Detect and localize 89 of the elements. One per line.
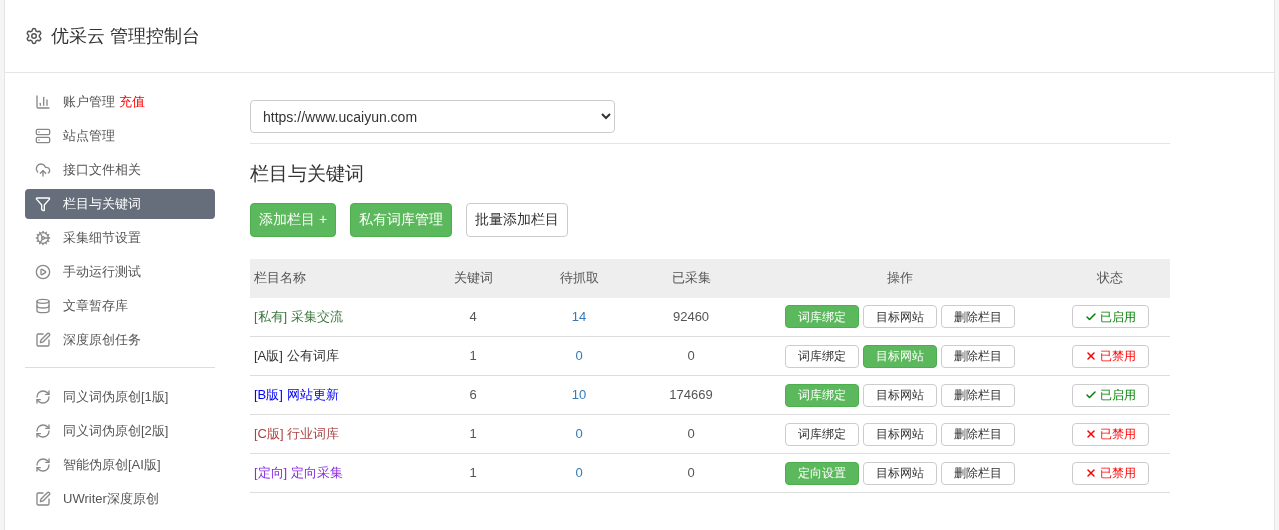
sidebar-label: 站点管理 <box>63 127 115 146</box>
edit-icon <box>35 491 51 507</box>
sidebar-item[interactable]: UWriter深度原创 <box>25 484 215 514</box>
table-cell: 0 <box>526 414 633 454</box>
table-cell: 1 <box>420 453 526 493</box>
action-button[interactable]: 目标网站 <box>863 422 937 446</box>
status-button[interactable]: 已禁用 <box>1071 422 1149 446</box>
table-cell: 0 <box>526 453 633 493</box>
column-name-cell: [C版] 行业词库 <box>250 414 420 454</box>
sidebar-label: 同义词伪原创[2版] <box>63 422 169 441</box>
column-header: 已采集 <box>632 258 750 298</box>
column-header: 栏目名称 <box>250 258 420 298</box>
sidebar-label: 采集细节设置 <box>63 229 141 248</box>
sidebar-item[interactable]: 同义词伪原创[2版] <box>25 416 215 446</box>
table-cell: 14 <box>526 297 633 337</box>
action-button[interactable]: 删除栏目 <box>941 461 1015 485</box>
action-button[interactable]: 目标网站 <box>863 305 937 329</box>
column-header: 操作 <box>750 258 1050 298</box>
play-icon <box>35 264 51 280</box>
sidebar-label: 手动运行测试 <box>63 263 141 282</box>
check-icon <box>1084 389 1097 401</box>
cross-icon <box>1084 428 1097 440</box>
filter-icon <box>35 196 51 212</box>
refresh-icon <box>35 457 51 473</box>
site-select[interactable]: https://www.ucaiyun.com <box>250 100 615 133</box>
server-icon <box>35 128 51 144</box>
column-header: 关键词 <box>420 258 526 298</box>
sidebar-item[interactable]: 智能伪原创[AI版] <box>25 450 215 480</box>
section-title: 栏目与关键词 <box>250 162 365 186</box>
column-name-cell: [B版] 网站更新 <box>250 375 420 415</box>
table-cell: 0 <box>526 336 633 376</box>
action-button[interactable]: 词库绑定 <box>785 344 859 368</box>
sidebar-item[interactable]: 深度原创任务 <box>25 325 215 355</box>
table-cell: 6 <box>420 375 526 415</box>
column-name-cell: [私有] 采集交流 <box>250 297 420 337</box>
status-button[interactable]: 已启用 <box>1071 305 1149 329</box>
sidebar-item[interactable]: 采集细节设置 <box>25 223 215 253</box>
sidebar-item[interactable]: 接口文件相关 <box>25 155 215 185</box>
action-button[interactable]: 删除栏目 <box>941 422 1015 446</box>
table-cell: 10 <box>526 375 633 415</box>
table-cell: 1 <box>420 336 526 376</box>
database-icon <box>35 298 51 314</box>
table-cell: 92460 <box>632 297 750 337</box>
sidebar-item[interactable]: 手动运行测试 <box>25 257 215 287</box>
action-button[interactable]: 删除栏目 <box>941 305 1015 329</box>
action-button[interactable]: 目标网站 <box>863 461 937 485</box>
cross-icon <box>1084 350 1097 362</box>
check-icon <box>1084 310 1097 323</box>
refresh-icon <box>35 389 51 405</box>
page-title: 优采云 管理控制台 <box>51 24 200 48</box>
toolbar-button[interactable]: 批量添加栏目 <box>466 202 569 237</box>
table-cell: 4 <box>420 297 526 337</box>
cloud-upload-icon <box>35 162 51 178</box>
action-button[interactable]: 删除栏目 <box>941 344 1015 368</box>
action-button[interactable]: 词库绑定 <box>785 422 859 446</box>
edit-icon <box>35 332 51 348</box>
table-cell: 0 <box>632 453 750 493</box>
sidebar-item[interactable]: 文章暂存库 <box>25 291 215 321</box>
recharge-link[interactable]: 充值 <box>119 92 145 112</box>
sidebar-item[interactable]: 栏目与关键词 <box>25 189 215 219</box>
status-button[interactable]: 已启用 <box>1071 383 1149 407</box>
table-cell: 0 <box>632 414 750 454</box>
bar-chart-icon <box>35 94 51 110</box>
column-header: 待抓取 <box>526 258 633 298</box>
column-header: 状态 <box>1050 258 1170 298</box>
sidebar-label: 同义词伪原创[1版] <box>63 388 169 407</box>
status-button[interactable]: 已禁用 <box>1071 344 1149 368</box>
table-cell: 1 <box>420 414 526 454</box>
gears-icon <box>35 230 51 246</box>
refresh-icon <box>35 423 51 439</box>
status-button[interactable]: 已禁用 <box>1071 461 1149 485</box>
sidebar-item[interactable]: 账户管理 充值 <box>25 87 215 117</box>
sidebar-item[interactable]: 站点管理 <box>25 121 215 151</box>
table-cell: 0 <box>632 336 750 376</box>
sidebar-label: 深度原创任务 <box>63 331 141 350</box>
cross-icon <box>1084 467 1097 479</box>
table-cell: 174669 <box>632 375 750 415</box>
action-button[interactable]: 目标网站 <box>863 383 937 407</box>
column-name-cell: [A版] 公有词库 <box>250 336 420 376</box>
sidebar-label: 接口文件相关 <box>63 161 141 180</box>
settings-icon <box>25 27 43 45</box>
sidebar-label: UWriter深度原创 <box>63 490 159 509</box>
action-button[interactable]: 删除栏目 <box>941 383 1015 407</box>
sidebar-label: 文章暂存库 <box>63 297 128 316</box>
sidebar-label: 智能伪原创[AI版] <box>63 456 161 475</box>
sidebar-label: 栏目与关键词 <box>63 195 141 214</box>
column-name-cell: [定向] 定向采集 <box>250 453 420 493</box>
sidebar-label: 账户管理 <box>63 93 115 112</box>
sidebar-item[interactable]: 同义词伪原创[1版] <box>25 382 215 412</box>
